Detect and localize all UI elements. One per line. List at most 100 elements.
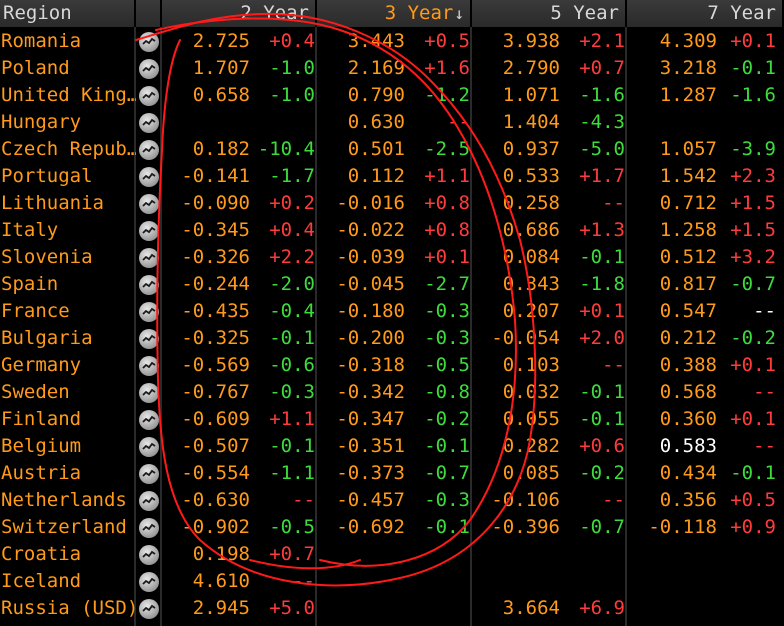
sparkline-chart-icon[interactable] <box>139 328 159 349</box>
yield-change: -1.0 <box>269 84 315 106</box>
yield-change: +1.7 <box>579 165 625 187</box>
yield-change <box>560 541 627 568</box>
yield-value: 0.712 <box>659 192 717 214</box>
header-3-year[interactable]: 3 Year↓ <box>317 0 472 27</box>
sparkline-chart-icon[interactable] <box>139 517 159 538</box>
table-row[interactable]: Slovenia -0.326 +2.2 -0.039 +0.1 0.084 -0.1 0.5… <box>0 244 784 271</box>
table-row[interactable]: Finland -0.609 +1.1 -0.347 -0.2 0.055 -0.1 0.36… <box>0 406 784 433</box>
table-row[interactable]: France -0.435 -0.4 -0.180 -0.3 0.207 +0.1 0.547… <box>0 298 784 325</box>
yield-value: -0.692 <box>336 516 405 538</box>
yield-change: -- <box>447 111 470 133</box>
yield-value: -0.141 <box>181 165 250 187</box>
row-spark-cell <box>136 28 162 55</box>
table-row[interactable]: Switzerland -0.902 -0.5 -0.692 -0.1 -0.396 -0.… <box>0 514 784 541</box>
sparkline-chart-icon[interactable] <box>139 85 159 106</box>
yield-change: +0.5 <box>730 489 776 511</box>
yield-value: 0.198 <box>192 543 250 565</box>
header-region[interactable]: Region <box>0 0 136 27</box>
sparkline-chart-icon[interactable] <box>139 544 159 565</box>
yield-change: +0.6 <box>579 435 625 457</box>
sparkline-chart-icon[interactable] <box>139 409 159 430</box>
yield-value <box>627 541 717 568</box>
row-spark-cell <box>136 217 162 244</box>
header-2-year[interactable]: 2 Year <box>162 0 317 27</box>
yield-value <box>627 568 717 595</box>
yield-change: -0.1 <box>424 435 470 457</box>
yield-change: +2.1 <box>579 30 625 52</box>
yield-change: +0.1 <box>424 246 470 268</box>
yield-value: -0.345 <box>181 219 250 241</box>
yield-value: 0.630 <box>347 111 405 133</box>
sparkline-chart-icon[interactable] <box>139 220 159 241</box>
yield-change: +0.8 <box>424 219 470 241</box>
table-row[interactable]: Italy -0.345 +0.4 -0.022 +0.8 0.686 +1.3 1.258 +… <box>0 217 784 244</box>
sparkline-chart-icon[interactable] <box>139 112 159 133</box>
yield-change: -1.8 <box>579 273 625 295</box>
sparkline-chart-icon[interactable] <box>139 166 159 187</box>
table-row[interactable]: Austria -0.554 -1.1 -0.373 -0.7 0.085 -0.2 0.43… <box>0 460 784 487</box>
table-row[interactable]: Hungary 0.630 -- 1.404 -4.3 <box>0 109 784 136</box>
table-row[interactable]: Czech Repub… 0.182 -10.4 0.501 -2.5 0.937 -5.0… <box>0 136 784 163</box>
yield-value: 0.817 <box>659 273 717 295</box>
sparkline-chart-icon[interactable] <box>139 355 159 376</box>
region-name: Sweden <box>1 381 70 403</box>
yield-value: 0.388 <box>659 354 717 376</box>
sparkline-chart-icon[interactable] <box>139 274 159 295</box>
yield-change: -0.1 <box>579 408 625 430</box>
table-row[interactable]: Germany -0.569 -0.6 -0.318 -0.5 0.103 -- 0.388 +… <box>0 352 784 379</box>
table-row[interactable]: Romania 2.725 +0.4 3.443 +0.5 3.938 +2.1 4.309 +… <box>0 28 784 55</box>
yield-value: 0.547 <box>659 300 717 322</box>
table-row[interactable]: Portugal -0.141 -1.7 0.112 +1.1 0.533 +1.7 1.54… <box>0 163 784 190</box>
yield-change: -0.3 <box>424 300 470 322</box>
table-row[interactable]: Belgium -0.507 -0.1 -0.351 -0.1 0.282 +0.6 0.58… <box>0 433 784 460</box>
sparkline-chart-icon[interactable] <box>139 301 159 322</box>
yield-change: +1.5 <box>730 192 776 214</box>
table-row[interactable]: Spain -0.244 -2.0 -0.045 -2.7 0.343 -1.8 0.817-… <box>0 271 784 298</box>
table-row[interactable]: Sweden -0.767 -0.3 -0.342 -0.8 0.032 -0.1 0.568… <box>0 379 784 406</box>
header-7-year[interactable]: 7 Year <box>627 0 784 27</box>
yield-value: 1.057 <box>659 138 717 160</box>
yield-value: 0.434 <box>659 462 717 484</box>
sparkline-chart-icon[interactable] <box>139 598 159 619</box>
table-row[interactable]: Poland 1.707 -1.0 2.169 +1.6 2.790 +0.7 3.218 -0… <box>0 55 784 82</box>
yield-change: -1.6 <box>579 84 625 106</box>
sparkline-chart-icon[interactable] <box>139 247 159 268</box>
yield-change: -3.9 <box>730 138 776 160</box>
sparkline-chart-icon[interactable] <box>139 382 159 403</box>
table-row[interactable]: United King… 0.658 -1.0 0.790 -1.2 1.071 -1.6 1… <box>0 82 784 109</box>
yield-change: -0.3 <box>424 489 470 511</box>
sparkline-chart-icon[interactable] <box>139 571 159 592</box>
sparkline-chart-icon[interactable] <box>139 490 159 511</box>
yield-change: -- <box>602 489 625 511</box>
table-row[interactable]: Russia (USD) 2.945 +5.0 3.664 +6.9 <box>0 595 784 622</box>
table-row[interactable]: Netherlands -0.630 -- -0.457 -0.3 -0.106 -- 0.3… <box>0 487 784 514</box>
yield-change: +0.1 <box>730 408 776 430</box>
region-name: Czech Repub… <box>1 138 136 160</box>
sparkline-chart-icon[interactable] <box>139 436 159 457</box>
yield-value: -0.325 <box>181 327 250 349</box>
sparkline-chart-icon[interactable] <box>139 193 159 214</box>
header-5-year[interactable]: 5 Year <box>472 0 627 27</box>
yield-change <box>717 541 782 568</box>
sort-descending-icon[interactable]: ↓ <box>454 0 464 27</box>
table-row[interactable]: Bulgaria -0.325 -0.1 -0.200 -0.3 -0.054 +2.0 0.… <box>0 325 784 352</box>
yield-value <box>162 109 250 136</box>
yield-change <box>560 568 627 595</box>
table-row[interactable]: Croatia 0.198 +0.7 <box>0 541 784 568</box>
yield-change: +1.5 <box>730 219 776 241</box>
table-row[interactable]: Lithuania -0.090 +0.2 -0.016 +0.8 0.258 -- 0.71… <box>0 190 784 217</box>
region-name: Netherlands <box>1 489 127 511</box>
table-row[interactable]: Iceland 4.610 -- <box>0 568 784 595</box>
yield-value: 0.182 <box>192 138 250 160</box>
sparkline-chart-icon[interactable] <box>139 463 159 484</box>
yield-change: +0.1 <box>730 354 776 376</box>
yield-change: -2.5 <box>424 138 470 160</box>
region-name: Switzerland <box>1 516 127 538</box>
yield-change: +0.4 <box>269 219 315 241</box>
yield-change: -0.1 <box>730 462 776 484</box>
yield-value: 1.542 <box>659 165 717 187</box>
yield-value: 3.218 <box>659 57 717 79</box>
sparkline-chart-icon[interactable] <box>139 31 159 52</box>
sparkline-chart-icon[interactable] <box>139 139 159 160</box>
sparkline-chart-icon[interactable] <box>139 58 159 79</box>
